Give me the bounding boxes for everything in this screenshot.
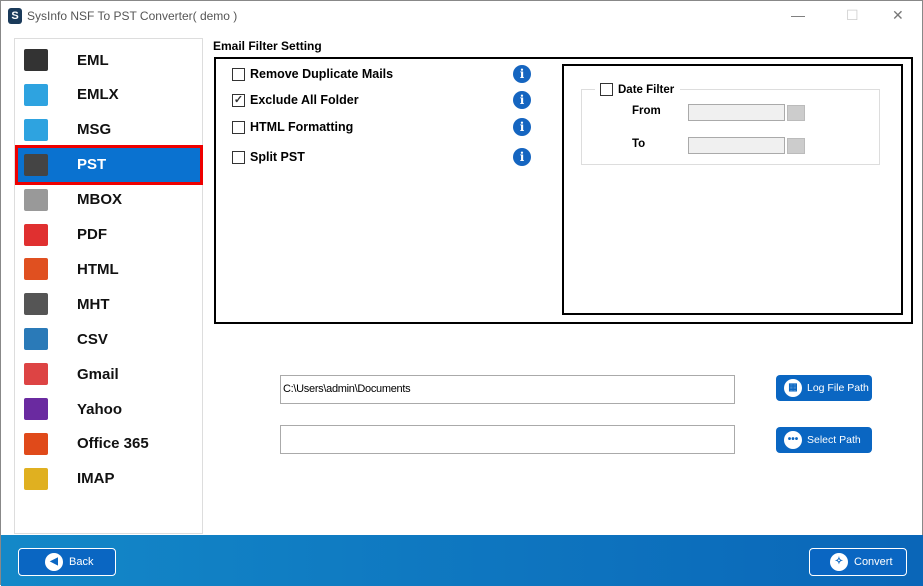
option-remove-duplicate-mails[interactable]: Remove Duplicate Mails (232, 67, 393, 81)
sidebar-item-emlx[interactable]: EMLX (17, 77, 201, 113)
sidebar-item-label: CSV (77, 330, 108, 348)
sidebar-item-gmail[interactable]: Gmail (17, 356, 201, 392)
pst-icon (24, 153, 48, 176)
calendar-icon[interactable] (787, 138, 805, 154)
window-title: SysInfo NSF To PST Converter( demo ) (27, 9, 238, 23)
option-label: Split PST (250, 150, 305, 164)
sidebar-item-label: MSG (77, 121, 112, 139)
sidebar-item-label: PDF (77, 226, 107, 243)
html-icon (24, 258, 48, 281)
sidebar-item-pst[interactable]: PST (15, 144, 203, 185)
office365-icon (24, 432, 48, 455)
sidebar-item-csv[interactable]: CSV (17, 321, 201, 357)
document-icon: ▦ (784, 379, 802, 397)
from-label: From (632, 105, 661, 117)
checkbox[interactable] (232, 67, 245, 81)
sidebar-item-mht[interactable]: MHT (17, 286, 201, 322)
sidebar-item-yahoo[interactable]: Yahoo (17, 391, 201, 427)
checkbox[interactable] (232, 120, 245, 134)
convert-button[interactable]: ✧ Convert (809, 548, 907, 576)
destination-path-input[interactable] (280, 425, 735, 454)
emlx-icon (24, 83, 48, 106)
sidebar-item-label: Yahoo (77, 400, 123, 418)
app-logo-icon: S (8, 8, 22, 24)
date-filter-label: Date Filter (618, 83, 675, 96)
sidebar-item-mbox[interactable]: MBOX (17, 182, 201, 218)
sidebar-item-msg[interactable]: MSG (17, 112, 201, 148)
more-icon: ••• (784, 431, 802, 449)
date-filter-checkbox[interactable]: Date Filter (595, 83, 681, 96)
calendar-icon[interactable] (787, 105, 805, 121)
mht-icon (24, 293, 48, 316)
pdf-icon (24, 223, 48, 246)
log-path-input[interactable]: C:\Users\admin\Documents (280, 375, 735, 404)
info-icon[interactable]: i (513, 118, 531, 136)
msg-icon (24, 118, 48, 141)
sidebar-item-office-365[interactable]: Office 365 (17, 426, 201, 462)
close-button[interactable]: ✕ (892, 7, 904, 24)
option-split-pst[interactable]: Split PST (232, 150, 305, 164)
convert-icon: ✧ (830, 553, 848, 571)
back-button[interactable]: ◀ Back (18, 548, 116, 576)
sidebar-item-label: EML (77, 51, 109, 69)
info-icon[interactable]: i (513, 65, 531, 83)
gmail-icon (24, 363, 48, 386)
option-label: Remove Duplicate Mails (250, 67, 394, 81)
sidebar-item-html[interactable]: HTML (17, 251, 201, 287)
info-icon[interactable]: i (513, 91, 531, 109)
footer-bar: ◀ Back ✧ Convert (1, 535, 923, 586)
info-icon[interactable]: i (513, 148, 531, 166)
checkbox[interactable] (600, 83, 613, 96)
convert-label: Convert (854, 556, 893, 568)
format-list: EML EMLX MSG PST MBOX PDF HTML MHT CSV Gmail Yahoo… (14, 38, 203, 534)
back-label: Back (69, 556, 94, 568)
mbox-icon (24, 188, 48, 211)
sidebar-item-label: Office 365 (77, 435, 149, 453)
to-date-input[interactable] (688, 137, 785, 154)
sidebar-item-eml[interactable]: EML (17, 42, 201, 78)
option-label: HTML Formatting (250, 120, 354, 134)
eml-icon (24, 49, 48, 71)
sidebar-item-label: HTML (77, 260, 119, 278)
checkbox[interactable] (232, 150, 245, 164)
csv-icon (24, 328, 48, 351)
maximize-button[interactable]: ☐ (846, 7, 859, 24)
yahoo-icon (24, 398, 48, 420)
sidebar-item-label: MBOX (77, 191, 122, 209)
sidebar-item-label: MHT (77, 295, 110, 313)
option-exclude-all-folder[interactable]: ✓ Exclude All Folder (232, 93, 359, 107)
filter-group-title: Email Filter Setting (213, 39, 322, 53)
sidebar-item-pdf[interactable]: PDF (17, 217, 201, 253)
back-icon: ◀ (45, 553, 63, 571)
select-path-label: Select Path (807, 434, 861, 446)
from-date-input[interactable] (688, 104, 785, 121)
to-label: To (632, 138, 646, 150)
log-file-path-label: Log File Path (807, 382, 869, 394)
select-path-button[interactable]: ••• Select Path (776, 427, 872, 453)
title-bar: S SysInfo NSF To PST Converter( demo ) —… (1, 1, 923, 31)
log-file-path-button[interactable]: ▦ Log File Path (776, 375, 872, 401)
sidebar-item-label: EMLX (77, 86, 119, 104)
sidebar-item-label: Gmail (77, 365, 119, 383)
sidebar-item-label: PST (77, 156, 107, 174)
checkbox[interactable]: ✓ (232, 93, 245, 107)
sidebar-item-imap[interactable]: IMAP (17, 461, 201, 497)
option-label: Exclude All Folder (250, 93, 359, 107)
sidebar-item-label: IMAP (77, 470, 115, 488)
minimize-button[interactable]: — (791, 7, 805, 23)
imap-icon (24, 467, 48, 490)
option-html-formatting[interactable]: HTML Formatting (232, 120, 353, 134)
